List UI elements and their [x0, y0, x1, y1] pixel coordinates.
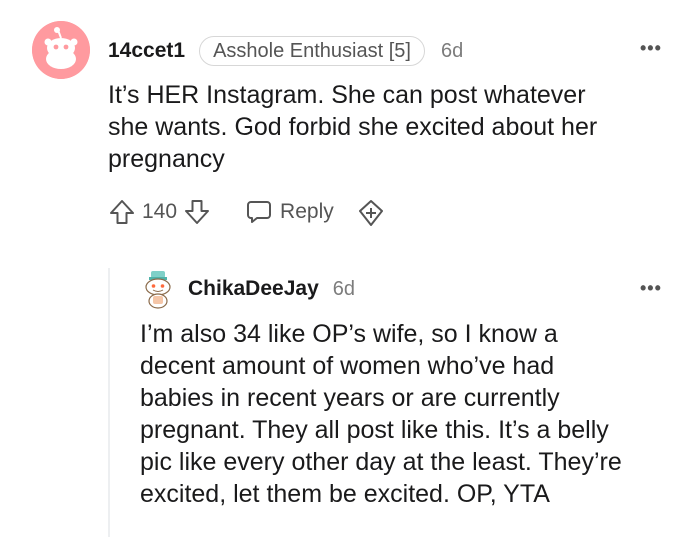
reply-body-line: pic like every other day at the least. T… — [140, 448, 622, 476]
comment-body-line: pregnancy — [108, 145, 225, 173]
award-plus-icon — [356, 198, 384, 226]
reply-body-line: babies in recent years or are currently — [140, 384, 560, 412]
reply-label: Reply — [280, 200, 334, 223]
reddit-snoo-icon — [32, 21, 90, 79]
reply-user-avatar[interactable] — [140, 269, 176, 309]
reply-body: I’m also 34 like OP’s wife, so I know a … — [140, 318, 622, 510]
custom-snoo-icon — [145, 271, 171, 309]
downvote-arrow-icon[interactable] — [183, 198, 211, 226]
vote-score: 140 — [142, 200, 178, 223]
reply-body-line: decent amount of women who’ve had — [140, 352, 555, 380]
reply-username[interactable]: ChikaDeeJay — [188, 277, 319, 301]
comment-body-line: It’s HER Instagram. She can post whateve… — [108, 81, 586, 109]
comment-meta: 14ccet1 Asshole Enthusiast [5] 6d — [108, 36, 463, 66]
comment-actions: 140 Reply — [108, 198, 384, 226]
reply-body-line: excited, let them be excited. OP, YTA — [140, 480, 550, 508]
upvote-arrow-icon[interactable] — [108, 198, 136, 226]
reply-meta: ChikaDeeJay 6d — [188, 277, 355, 301]
speech-bubble-icon — [245, 198, 273, 226]
more-options-icon[interactable]: ••• — [640, 39, 662, 57]
comment-timestamp[interactable]: 6d — [441, 40, 463, 63]
award-button[interactable] — [356, 198, 384, 226]
reply-button[interactable]: Reply — [245, 198, 334, 226]
comment-body: It’s HER Instagram. She can post whateve… — [108, 79, 597, 175]
reply-timestamp[interactable]: 6d — [333, 278, 355, 301]
more-options-icon[interactable]: ••• — [640, 279, 662, 297]
comment-body-line: she wants. God forbid she excited about … — [108, 113, 598, 141]
reply-body-line: pregnant. They all post like this. It’s … — [140, 416, 609, 444]
thread-line[interactable] — [108, 268, 110, 537]
reply-body-line: I’m also 34 like OP’s wife, so I know a — [140, 320, 558, 348]
user-avatar[interactable] — [32, 21, 90, 79]
comment-username[interactable]: 14ccet1 — [108, 39, 185, 63]
user-flair: Asshole Enthusiast [5] — [199, 36, 425, 66]
